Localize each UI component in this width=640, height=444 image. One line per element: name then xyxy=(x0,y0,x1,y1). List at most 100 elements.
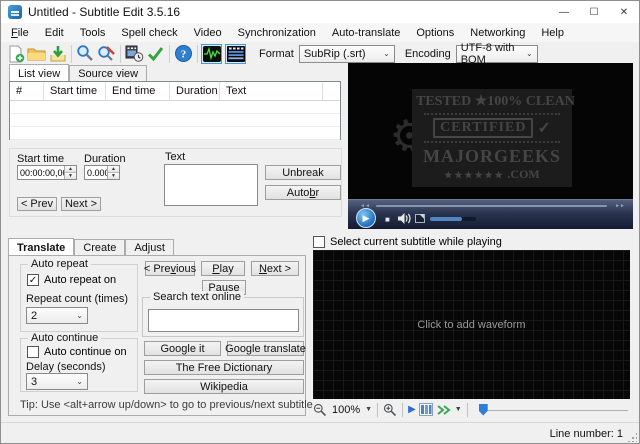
maximize-button[interactable]: ☐ xyxy=(579,1,609,23)
table-row[interactable] xyxy=(10,114,340,127)
column-number[interactable]: # xyxy=(10,82,44,100)
position-slider[interactable] xyxy=(477,403,630,417)
format-select[interactable]: SubRip (.srt) ⌄ xyxy=(298,44,395,63)
google-translate-button[interactable]: Google translate xyxy=(225,341,306,356)
waveform-zoom-value[interactable]: 100% xyxy=(332,404,360,416)
menu-spell-check[interactable]: Spell check xyxy=(113,25,185,41)
next-button[interactable]: Next > xyxy=(251,261,299,276)
spell-check-icon[interactable] xyxy=(145,44,166,64)
previous-button[interactable]: < Pre v ious xyxy=(144,261,196,276)
menu-networking[interactable]: Networking xyxy=(462,25,533,41)
check-icon: ✓ xyxy=(537,120,551,137)
wikipedia-button[interactable]: Wikipedia xyxy=(144,379,304,394)
fullscreen-button[interactable] xyxy=(415,213,425,223)
column-duration[interactable]: Duration xyxy=(170,82,220,100)
search-text-input[interactable] xyxy=(148,309,299,332)
spin-down-icon[interactable]: ▼ xyxy=(65,173,76,179)
auto-continue-group: Auto continue Auto continue on Delay (se… xyxy=(20,332,138,392)
menu-video[interactable]: Video xyxy=(186,25,230,41)
column-end-time[interactable]: End time xyxy=(106,82,170,100)
watermark-com-text: .COM xyxy=(507,167,540,181)
waveform-toggle-icon[interactable] xyxy=(201,43,222,64)
column-text[interactable]: Text xyxy=(220,82,323,100)
delay-label: Delay (seconds) xyxy=(26,361,106,373)
prev-subtitle-button[interactable]: < Prev xyxy=(17,197,57,211)
start-time-label: Start time xyxy=(17,153,65,165)
auto-continue-checkbox[interactable]: Auto continue on xyxy=(27,346,127,358)
save-icon[interactable] xyxy=(47,44,68,64)
delay-select[interactable]: 3 ⌄ xyxy=(26,373,88,390)
auto-repeat-group: Auto repeat ✓ Auto repeat on Repeat coun… xyxy=(20,258,138,332)
spin-down-icon[interactable]: ▼ xyxy=(108,173,119,179)
volume-slider[interactable] xyxy=(430,217,476,221)
zoom-out-icon[interactable] xyxy=(313,403,327,417)
google-it-button[interactable]: Google it xyxy=(144,341,221,356)
help-icon[interactable]: ? xyxy=(173,44,194,64)
play-button[interactable]: Play xyxy=(201,261,245,276)
visual-sync-icon[interactable] xyxy=(124,44,145,64)
zoom-in-icon[interactable] xyxy=(383,403,397,417)
menu-synchronization[interactable]: Synchronization xyxy=(230,25,324,41)
auto-repeat-title: Auto repeat xyxy=(28,258,91,270)
find-icon[interactable] xyxy=(75,44,96,64)
table-row[interactable] xyxy=(10,101,340,114)
open-file-icon[interactable] xyxy=(26,44,47,64)
select-current-subtitle-checkbox[interactable]: Select current subtitle while playing xyxy=(313,236,502,248)
duration-spinner[interactable]: 0.000 ▲▼ xyxy=(84,165,120,180)
seek-bar[interactable] xyxy=(376,205,607,207)
auto-repeat-checkbox[interactable]: ✓ Auto repeat on xyxy=(27,274,116,286)
free-dictionary-button[interactable]: The Free Dictionary xyxy=(144,360,304,375)
chevron-down-icon: ⌄ xyxy=(76,377,83,386)
window-title: Untitled - Subtitle Edit 3.5.16 xyxy=(28,5,181,19)
column-start-time[interactable]: Start time xyxy=(44,82,106,100)
checkbox-checked-icon[interactable]: ✓ xyxy=(27,274,39,286)
new-file-icon[interactable] xyxy=(5,44,26,64)
menu-edit[interactable]: Edit xyxy=(37,25,72,41)
chevron-down-icon: ⌄ xyxy=(383,49,390,58)
fast-forward-icon[interactable]: ►► xyxy=(615,203,625,209)
encoding-label: Encoding xyxy=(404,47,451,60)
menu-options[interactable]: Options xyxy=(408,25,462,41)
table-row[interactable] xyxy=(10,127,340,140)
repeat-count-select[interactable]: 2 ⌄ xyxy=(26,307,88,324)
play-icon[interactable]: ▶ xyxy=(408,404,416,415)
text-label: Text xyxy=(165,151,186,163)
video-player: ⚙ TESTED ★100% CLEAN CERTIFIED ✓ MAJORGE… xyxy=(348,63,633,229)
chevron-down-icon[interactable]: ▼ xyxy=(455,406,462,413)
subtitle-list-header: # Start time End time Duration Text xyxy=(10,82,340,101)
chevron-down-icon[interactable]: ▼ xyxy=(365,406,372,413)
unbreak-button[interactable]: Unbreak xyxy=(265,165,341,180)
slider-thumb-icon[interactable] xyxy=(478,403,488,416)
menu-file[interactable]: File xyxy=(3,25,37,41)
menu-tools[interactable]: Tools xyxy=(72,25,114,41)
waveform-canvas[interactable]: Click to add waveform xyxy=(313,250,630,399)
columns-icon[interactable] xyxy=(418,403,433,416)
mode-tabs: Translate Create Adjust xyxy=(8,238,174,257)
subtitle-list[interactable]: # Start time End time Duration Text xyxy=(9,81,341,140)
play-button[interactable]: ▶ xyxy=(356,208,376,228)
checkbox-unchecked-icon[interactable] xyxy=(313,236,325,248)
replace-icon[interactable] xyxy=(96,44,117,64)
next-subtitle-button[interactable]: Next > xyxy=(61,197,101,211)
spin-up-icon[interactable]: ▲ xyxy=(65,166,76,173)
video-toggle-icon[interactable] xyxy=(225,43,246,64)
minimize-button[interactable]: — xyxy=(549,1,579,23)
auto-br-button[interactable]: Auto br xyxy=(265,185,341,200)
subtitle-text-input[interactable] xyxy=(164,164,258,206)
playback-speed-icon[interactable] xyxy=(436,404,452,416)
resize-grip[interactable] xyxy=(627,432,637,442)
checkbox-unchecked-icon[interactable] xyxy=(27,346,39,358)
encoding-select[interactable]: UTF-8 with BOM ⌄ xyxy=(455,42,538,66)
volume-button[interactable] xyxy=(398,213,411,224)
subtitle-view-tabs: List view Source view xyxy=(9,64,148,83)
close-button[interactable]: ✕ xyxy=(609,1,639,23)
column-extra xyxy=(323,82,340,100)
menu-auto-translate[interactable]: Auto-translate xyxy=(324,25,408,41)
spin-up-icon[interactable]: ▲ xyxy=(108,166,119,173)
menu-help[interactable]: Help xyxy=(533,25,572,41)
chevron-down-icon: ⌄ xyxy=(526,49,533,58)
translate-panel: Auto repeat ✓ Auto repeat on Repeat coun… xyxy=(8,255,313,416)
stop-button[interactable]: ■ xyxy=(385,215,390,224)
video-display[interactable]: ⚙ TESTED ★100% CLEAN CERTIFIED ✓ MAJORGE… xyxy=(348,63,633,199)
start-time-spinner[interactable]: 00:00:00,000 ▲▼ xyxy=(17,165,77,180)
